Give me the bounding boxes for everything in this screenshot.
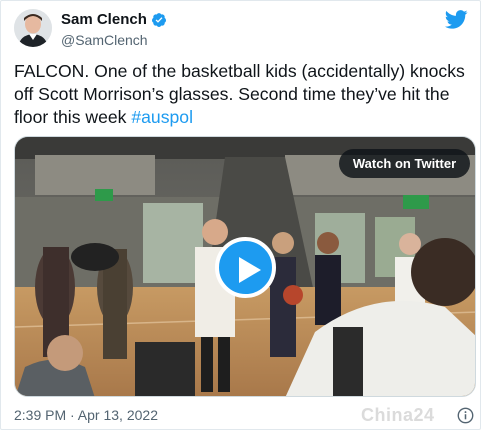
watch-on-twitter-button[interactable]: Watch on Twitter <box>339 149 470 178</box>
author-handle[interactable]: @SamClench <box>61 31 167 49</box>
author-display-name[interactable]: Sam Clench <box>61 11 147 29</box>
twitter-bird-icon[interactable] <box>445 10 468 29</box>
hashtag-link[interactable]: #auspol <box>131 107 193 127</box>
tweet-timestamp[interactable]: 2:39 PM · Apr 13, 2022 <box>14 406 158 424</box>
play-icon <box>239 257 261 283</box>
tweet-body: FALCON. One of the basketball kids (acci… <box>14 61 465 127</box>
info-icon[interactable] <box>457 407 474 424</box>
name-row: Sam Clench <box>61 11 167 29</box>
avatar[interactable] <box>14 9 52 47</box>
avatar-image <box>14 9 52 47</box>
tweet-text: FALCON. One of the basketball kids (acci… <box>14 60 469 129</box>
tweet-header: Sam Clench @SamClench <box>14 7 470 53</box>
play-button[interactable] <box>215 237 276 298</box>
video-media[interactable]: Watch on Twitter <box>14 136 476 397</box>
author-info: Sam Clench @SamClench <box>61 11 167 49</box>
verified-badge-icon <box>151 13 166 27</box>
watermark: China24 <box>361 405 435 425</box>
tweet-card: Sam Clench @SamClench FALCON. One of the… <box>0 0 481 430</box>
